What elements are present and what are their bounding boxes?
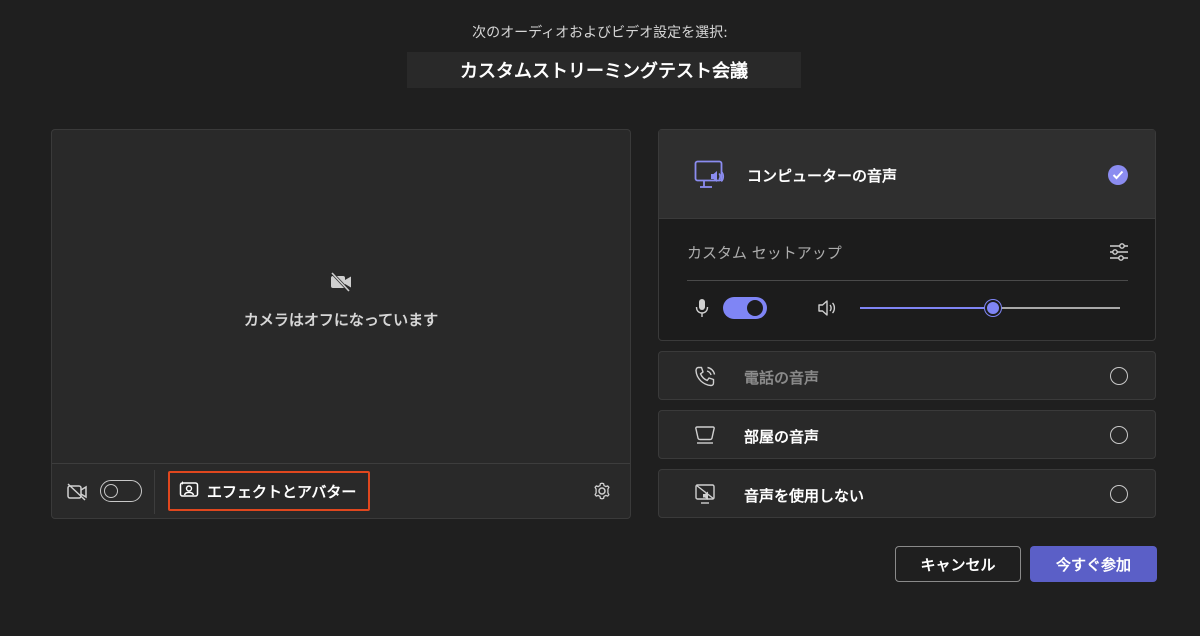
volume-fill bbox=[860, 307, 993, 309]
phone-audio-radio[interactable] bbox=[1110, 367, 1128, 385]
computer-audio-header[interactable]: コンピューターの音声 bbox=[659, 130, 1155, 219]
sliders-icon[interactable] bbox=[1109, 243, 1129, 265]
no-audio-label: 音声を使用しない bbox=[744, 487, 865, 505]
custom-setup-label: カスタム セットアップ bbox=[687, 244, 842, 262]
video-off-icon bbox=[66, 482, 88, 506]
setup-divider bbox=[687, 280, 1128, 281]
camera-toggle[interactable] bbox=[100, 480, 142, 502]
checkmark-icon bbox=[1108, 165, 1128, 185]
computer-audio-label: コンピューターの音声 bbox=[747, 167, 898, 185]
room-audio-option[interactable]: 部屋の音声 bbox=[658, 410, 1156, 459]
no-audio-option[interactable]: 音声を使用しない bbox=[658, 469, 1156, 518]
room-audio-radio[interactable] bbox=[1110, 426, 1128, 444]
toolbar-divider bbox=[154, 470, 155, 514]
setup-subtitle: 次のオーディオおよびビデオ設定を選択: bbox=[472, 25, 728, 41]
cancel-button[interactable]: キャンセル bbox=[895, 546, 1021, 582]
video-preview-area: カメラはオフになっています bbox=[52, 130, 630, 463]
computer-speaker-icon bbox=[694, 160, 726, 194]
room-audio-label: 部屋の音声 bbox=[744, 428, 820, 446]
room-audio-icon bbox=[693, 424, 717, 450]
speaker-volume-slider[interactable] bbox=[860, 300, 1120, 316]
computer-audio-option[interactable]: コンピューターの音声 カスタム セットアップ bbox=[658, 129, 1156, 341]
phone-audio-label: 電話の音声 bbox=[744, 369, 820, 387]
microphone-toggle[interactable] bbox=[723, 297, 767, 319]
no-audio-icon bbox=[693, 483, 717, 509]
no-audio-radio[interactable] bbox=[1110, 485, 1128, 503]
video-toolbar: エフェクトとアバター bbox=[52, 463, 630, 518]
join-now-button[interactable]: 今すぐ参加 bbox=[1030, 546, 1157, 582]
toggle-knob bbox=[747, 300, 763, 316]
meeting-title: カスタムストリーミングテスト会議 bbox=[407, 52, 801, 88]
speaker-icon bbox=[817, 299, 837, 321]
effects-avatar-icon bbox=[179, 480, 199, 502]
phone-icon bbox=[693, 365, 717, 393]
camera-off-message: カメラはオフになっています bbox=[243, 311, 439, 329]
effects-and-avatars-button[interactable]: エフェクトとアバター bbox=[168, 471, 370, 511]
volume-thumb[interactable] bbox=[984, 300, 1001, 316]
gear-icon[interactable] bbox=[592, 481, 612, 505]
effects-button-label: エフェクトとアバター bbox=[207, 482, 357, 501]
phone-audio-option[interactable]: 電話の音声 bbox=[658, 351, 1156, 400]
video-preview-panel: カメラはオフになっています エフェクトとアバター bbox=[51, 129, 631, 519]
toggle-knob bbox=[104, 483, 118, 498]
video-off-icon bbox=[329, 271, 353, 297]
microphone-icon bbox=[695, 298, 709, 322]
